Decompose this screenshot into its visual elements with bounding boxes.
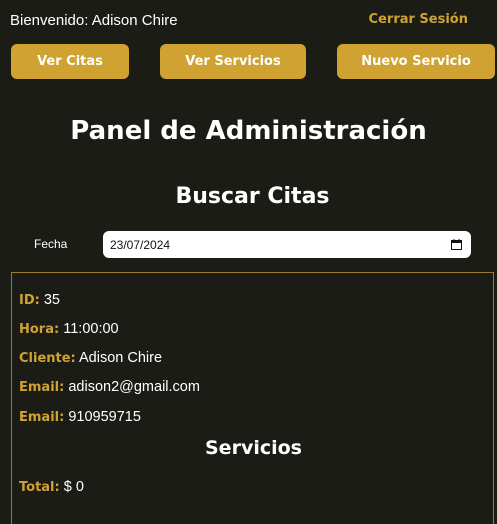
services-title: Servicios [205, 437, 302, 459]
view-appointments-button[interactable]: Ver Citas [11, 44, 129, 79]
welcome-text: Bienvenido: Adison Chire [10, 12, 178, 29]
calendar-icon[interactable] [451, 239, 462, 250]
id-label: ID: [19, 293, 40, 308]
time-label: Hora: [19, 322, 60, 337]
client-label: Cliente: [19, 351, 76, 366]
date-value: 23/07/2024 [110, 237, 171, 252]
logout-link[interactable]: Cerrar Sesión [369, 12, 468, 27]
view-services-button[interactable]: Ver Servicios [160, 44, 306, 79]
id-value: 35 [43, 292, 60, 308]
search-title: Buscar Citas [175, 184, 330, 209]
page-title: Panel de Administración [70, 116, 427, 146]
new-service-button[interactable]: Nuevo Servicio [337, 44, 495, 79]
top-bar: Bienvenido: Adison Chire Cerrar Sesión [0, 0, 497, 44]
total-value: $ 0 [63, 479, 84, 495]
email-label: Email: [19, 380, 65, 395]
appointment-total-row: Total: $ 0 [19, 479, 84, 495]
appointment-email-row: Email: adison2@gmail.com [19, 379, 200, 395]
date-label: Fecha [34, 237, 68, 251]
phone-value: 910959715 [68, 409, 141, 425]
date-input[interactable]: 23/07/2024 [103, 231, 471, 258]
email-value: adison2@gmail.com [68, 379, 200, 395]
phone-label: Email: [19, 410, 65, 425]
time-value: 11:00:00 [63, 321, 119, 337]
appointment-time-row: Hora: 11:00:00 [19, 321, 119, 337]
appointment-client-row: Cliente: Adison Chire [19, 350, 162, 366]
appointment-card: ID: 35 Hora: 11:00:00 Cliente: Adison Ch… [11, 272, 494, 524]
appointment-id-row: ID: 35 [19, 292, 60, 308]
client-value: Adison Chire [79, 350, 163, 366]
total-label: Total: [19, 480, 60, 495]
appointment-phone-row: Email: 910959715 [19, 409, 141, 425]
